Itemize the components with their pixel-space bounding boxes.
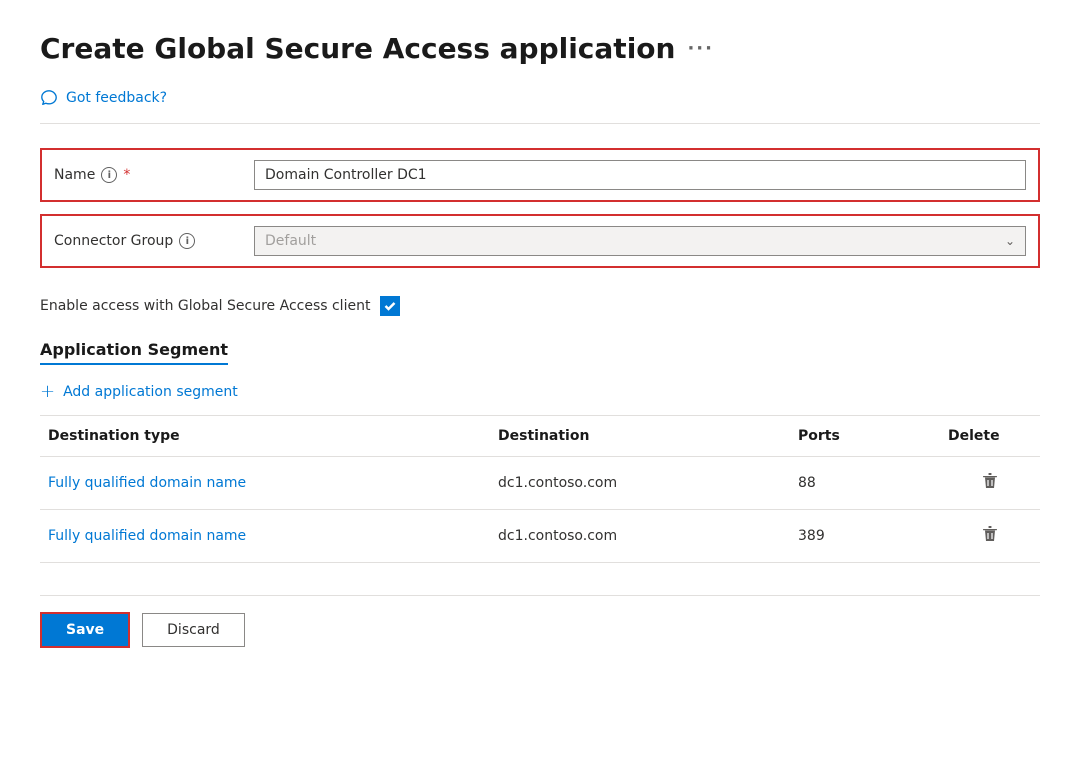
form-section: Name i * Connector Group i Default ⌄ bbox=[40, 148, 1040, 280]
checkmark-icon bbox=[384, 300, 396, 312]
section-title: Application Segment bbox=[40, 340, 228, 365]
table-body: Fully qualified domain namedc1.contoso.c… bbox=[40, 457, 1040, 563]
application-segment-section: Application Segment bbox=[40, 340, 1040, 365]
destination-type-cell[interactable]: Fully qualified domain name bbox=[40, 457, 490, 510]
feedback-label: Got feedback? bbox=[66, 90, 167, 106]
name-input[interactable] bbox=[254, 160, 1026, 190]
col-header-ports: Ports bbox=[790, 416, 940, 457]
save-button[interactable]: Save bbox=[40, 612, 130, 648]
delete-icon[interactable] bbox=[980, 471, 1000, 491]
destination-type-cell[interactable]: Fully qualified domain name bbox=[40, 510, 490, 563]
name-label: Name i * bbox=[54, 167, 254, 183]
ports-cell: 88 bbox=[790, 457, 940, 510]
col-header-destination: Destination bbox=[490, 416, 790, 457]
name-info-icon[interactable]: i bbox=[101, 167, 117, 183]
col-header-destination-type: Destination type bbox=[40, 416, 490, 457]
delete-icon[interactable] bbox=[980, 524, 1000, 544]
connector-group-info-icon[interactable]: i bbox=[179, 233, 195, 249]
feedback-icon bbox=[40, 89, 58, 107]
title-text: Create Global Secure Access application bbox=[40, 32, 675, 65]
application-segments-table: Destination type Destination Ports Delet… bbox=[40, 416, 1040, 563]
checkbox-label: Enable access with Global Secure Access … bbox=[40, 298, 370, 314]
col-header-delete: Delete bbox=[940, 416, 1040, 457]
checkbox-row: Enable access with Global Secure Access … bbox=[40, 296, 1040, 316]
feedback-link[interactable]: Got feedback? bbox=[40, 81, 1040, 124]
discard-button[interactable]: Discard bbox=[142, 613, 245, 647]
page-title: Create Global Secure Access application … bbox=[40, 32, 1040, 65]
connector-group-select[interactable]: Default ⌄ bbox=[254, 226, 1026, 256]
add-application-segment-button[interactable]: + Add application segment bbox=[40, 369, 1040, 416]
add-segment-label: Add application segment bbox=[63, 384, 238, 400]
connector-group-field-row: Connector Group i Default ⌄ bbox=[40, 214, 1040, 268]
chevron-down-icon: ⌄ bbox=[1005, 234, 1015, 248]
table-header-row: Destination type Destination Ports Delet… bbox=[40, 416, 1040, 457]
table-row: Fully qualified domain namedc1.contoso.c… bbox=[40, 510, 1040, 563]
enable-access-checkbox[interactable] bbox=[380, 296, 400, 316]
plus-icon: + bbox=[40, 383, 55, 401]
connector-group-label: Connector Group i bbox=[54, 233, 254, 249]
destination-cell: dc1.contoso.com bbox=[490, 457, 790, 510]
footer-row: Save Discard bbox=[40, 595, 1040, 648]
more-options-icon[interactable]: ··· bbox=[687, 38, 714, 59]
name-field-row: Name i * bbox=[40, 148, 1040, 202]
name-required: * bbox=[123, 167, 130, 183]
delete-cell bbox=[940, 457, 1040, 510]
delete-cell bbox=[940, 510, 1040, 563]
ports-cell: 389 bbox=[790, 510, 940, 563]
table-row: Fully qualified domain namedc1.contoso.c… bbox=[40, 457, 1040, 510]
destination-cell: dc1.contoso.com bbox=[490, 510, 790, 563]
connector-group-placeholder: Default bbox=[265, 233, 316, 249]
